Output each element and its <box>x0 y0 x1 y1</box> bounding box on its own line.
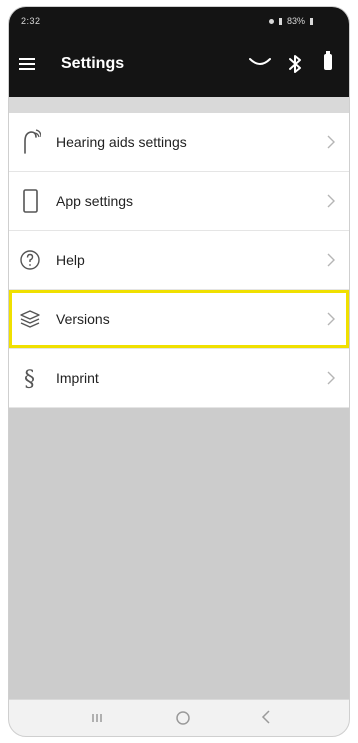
status-time: 2:32 <box>21 16 41 26</box>
chevron-right-icon <box>327 135 335 149</box>
separator-band <box>9 97 349 113</box>
chevron-right-icon <box>327 253 335 267</box>
settings-item-label: App settings <box>56 193 134 209</box>
recents-icon[interactable] <box>91 712 103 724</box>
status-bar: 2:32 83% <box>9 7 349 35</box>
battery-percent: 83% <box>286 16 305 26</box>
settings-item-label: Hearing aids settings <box>56 134 187 150</box>
phone-screen: 2:32 83% Settings Hearing aids settings … <box>8 6 350 737</box>
help-icon <box>20 250 40 270</box>
chevron-right-icon <box>327 371 335 385</box>
menu-icon[interactable] <box>19 58 35 70</box>
page-title: Settings <box>61 55 125 72</box>
bluetooth-icon[interactable] <box>288 54 302 74</box>
settings-item-label: Help <box>56 252 85 268</box>
settings-item-label: Imprint <box>56 370 99 386</box>
back-icon[interactable] <box>261 709 271 725</box>
settings-item-hearing-aids[interactable]: Hearing aids settings <box>9 113 349 172</box>
section-sign-icon: § <box>24 367 35 391</box>
phone-icon <box>23 189 38 213</box>
status-indicators: 83% <box>268 16 313 26</box>
layers-icon <box>20 310 40 328</box>
app-header: 2:32 83% Settings <box>9 7 349 97</box>
battery-icon <box>324 51 332 70</box>
settings-item-help[interactable]: Help <box>9 231 349 290</box>
chevron-right-icon <box>327 194 335 208</box>
signal-icon <box>268 18 274 24</box>
settings-item-app-settings[interactable]: App settings <box>9 172 349 231</box>
hearing-icon[interactable] <box>249 57 271 67</box>
hearing-aid-icon <box>24 129 41 154</box>
app-bar: Settings <box>9 45 349 85</box>
chevron-right-icon <box>327 312 335 326</box>
settings-list: Hearing aids settings App settings Help <box>9 113 349 408</box>
home-icon[interactable] <box>175 710 191 726</box>
settings-item-label: Versions <box>56 311 110 327</box>
status-battery-icon <box>310 17 313 25</box>
svg-text:§: § <box>24 367 35 391</box>
settings-item-imprint[interactable]: § Imprint <box>9 349 349 408</box>
settings-item-versions[interactable]: Versions <box>9 290 349 349</box>
system-nav-bar <box>9 699 349 736</box>
wifi-icon <box>278 17 282 25</box>
